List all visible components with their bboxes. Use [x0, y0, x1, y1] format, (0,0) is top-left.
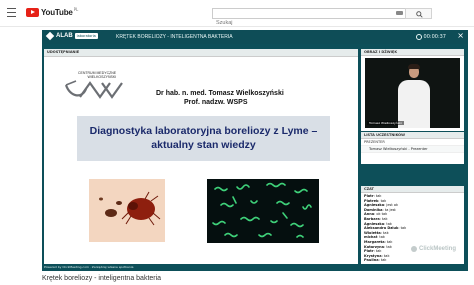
chat-author: Anna	[364, 212, 375, 217]
author-name: Dr hab. n. med. Tomasz Wielkoszyński	[156, 90, 284, 97]
youtube-play-icon	[26, 7, 39, 17]
youtube-logo[interactable]: YouTube PL	[26, 7, 78, 17]
webinar-title: KRĘTEK BORELIOZY - INTELIGENTNA BAKTERIA	[116, 34, 233, 40]
chat-author: Piotrek	[364, 198, 379, 203]
menu-icon[interactable]	[7, 8, 16, 17]
timer-value: 00:00:37	[423, 34, 446, 40]
chat-author: Barbara	[364, 216, 380, 221]
search-button[interactable]	[405, 8, 432, 19]
cm-logo-mark	[64, 80, 123, 99]
chat-text: tak	[375, 249, 382, 254]
chat-text: tak	[386, 239, 393, 244]
camera-section: OBRAZ I DŹWIĘK Tomasz Wielkoszyński	[361, 49, 464, 131]
chat-section-header: CZAT	[361, 186, 464, 193]
powered-by-text[interactable]: Powered by ClickMeeting.com · Zarządzaj …	[44, 265, 133, 269]
youtube-header: YouTube PL	[0, 0, 474, 28]
chat-text: tak	[380, 258, 387, 263]
chat-author: Wioletta	[364, 230, 381, 235]
close-icon[interactable]: ×	[457, 32, 464, 40]
divider	[0, 26, 474, 27]
chat-messages[interactable]: Piotr: tak Piotrek: tak Agnieszka: jest ok…	[361, 193, 464, 264]
chat-text: tak	[386, 221, 392, 226]
chat-author: Piotr	[364, 194, 374, 198]
webinar-timer: 00:00:37	[415, 34, 446, 40]
alab-logo-icon	[45, 31, 55, 41]
chat-text: tak	[400, 226, 407, 231]
alab-logo-name: ALAB	[56, 33, 73, 39]
webinar-top-bar: ALAB laboratoria KRĘTEK BORELIOZY - INTE…	[42, 30, 468, 44]
chat-author: Margareta	[364, 239, 385, 244]
bacteria-photo	[207, 179, 319, 243]
author-title: Prof. nadzw. WSPS	[184, 99, 248, 106]
participants-section: LISTA UCZESTNIKÓW PREZENTER Tomasz Wielk…	[361, 132, 464, 164]
chat-message: Paulina: tak	[364, 258, 387, 263]
presenter-credentials: Dr hab. n. med. Tomasz Wielkoszyński Pro…	[156, 89, 356, 107]
chat-text: tak	[375, 194, 382, 198]
camera-name-label: Tomasz Wielkoszyński	[367, 121, 404, 125]
chat-text: tak	[382, 216, 388, 221]
clickmeeting-logo-icon	[411, 246, 417, 252]
chat-author: Aleksandra Dziuk	[364, 226, 399, 231]
panel-header-label: UDOSTĘPNIANIE	[47, 50, 80, 54]
alab-logo: ALAB laboratoria	[45, 31, 98, 41]
clock-icon	[415, 34, 422, 40]
keyboard-icon[interactable]	[396, 11, 403, 15]
tick-image	[89, 179, 165, 242]
chat-author: Paulina	[364, 258, 379, 263]
slide-title-line2: aktualny stan wiedzy	[151, 139, 256, 151]
presenter-camera: Tomasz Wielkoszyński	[365, 58, 460, 128]
tick-photo	[89, 179, 165, 242]
slide-title-line1: Diagnostyka laboratoryjna boreliozy z Ly…	[89, 125, 318, 137]
participant-presenter[interactable]: Tomasz Wielkoszyński - Prezenter	[361, 145, 464, 153]
chat-text: ok tak	[376, 212, 388, 217]
chat-author: Piotr	[364, 249, 374, 254]
video-title: Krętek boreliozy - inteligentna bakteria	[42, 275, 162, 282]
chat-author: Krystyna	[364, 253, 382, 258]
youtube-logo-text: YouTube	[41, 7, 73, 17]
camera-section-header: OBRAZ I DŹWIĘK	[361, 49, 464, 56]
presenter-video-hair	[408, 64, 420, 69]
chat-text: jest ok	[386, 203, 398, 208]
chat-author: Dominika	[364, 207, 383, 212]
chat-text: ta jest	[384, 207, 396, 212]
participants-section-header: LISTA UCZESTNIKÓW	[361, 132, 464, 139]
cm-logo: CENTRUM MEDYCZNE WIELKOSZYŃSKI	[64, 71, 132, 101]
clickmeeting-watermark: ClickMeeting	[411, 246, 456, 252]
search-box[interactable]	[212, 8, 406, 28]
youtube-country-code: PL	[73, 7, 79, 12]
shared-screen-panel: UDOSTĘPNIANIE CENTRUM MEDYCZNE WIELKOSZY…	[44, 49, 358, 264]
sidebar-right: OBRAZ I DŹWIĘK Tomasz Wielkoszyński LIST…	[361, 49, 464, 264]
chat-text: tak	[386, 244, 392, 249]
chat-author: michał	[364, 235, 378, 240]
chat-text: tak	[379, 235, 385, 240]
slide-title: Diagnostyka laboratoryjna boreliozy z Ly…	[77, 116, 330, 161]
chat-author: Katarzyna	[364, 244, 385, 249]
bacteria-image	[207, 179, 319, 243]
chat-author: Agnieszka	[364, 203, 385, 208]
chat-text: tak	[380, 198, 387, 203]
clickmeeting-watermark-text: ClickMeeting	[419, 246, 457, 252]
chat-author: Agnieszka	[364, 221, 385, 226]
chat-section: CZAT Piotr: tak Piotrek: tak Agnieszka: je…	[361, 186, 464, 264]
panel-header: UDOSTĘPNIANIE	[44, 49, 358, 57]
chat-text: tak	[383, 253, 390, 258]
alab-logo-sub: laboratoria	[74, 33, 98, 39]
video-player[interactable]: ALAB laboratoria KRĘTEK BORELIOZY - INTE…	[42, 30, 468, 271]
search-icon	[416, 11, 423, 18]
chat-text: tak	[383, 230, 389, 235]
